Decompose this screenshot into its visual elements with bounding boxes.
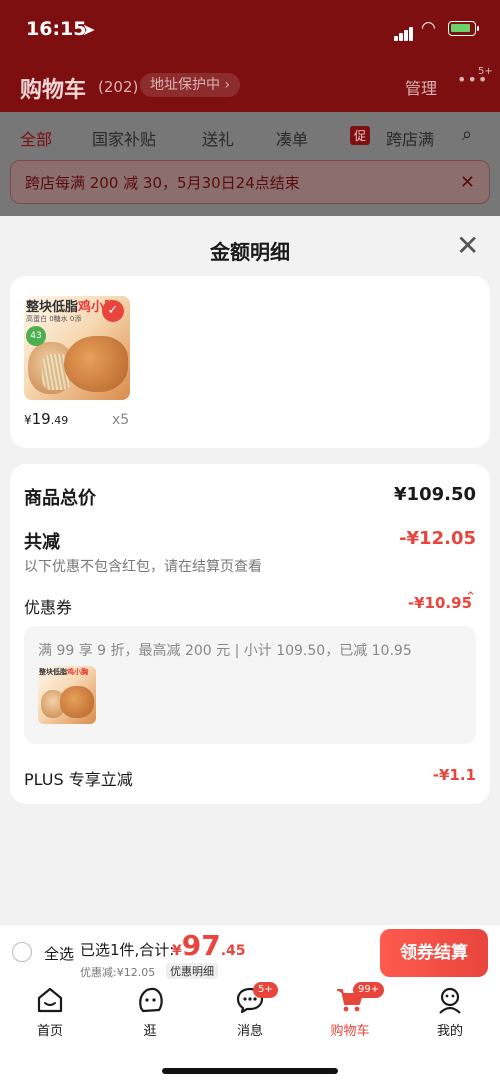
filter-tabs: 全部 国家补贴 送礼 凑单 促 跨店满 ⌕ 跨店每满 200 减 30，5月30…: [0, 112, 500, 216]
product-quantity: x5: [112, 412, 130, 428]
amount-detail-sheet: 金额明细 ✕ 整块低脂鸡小胸 高蛋白 0糖水 0添 43 ✓ ¥19.49 x5…: [0, 216, 500, 924]
wifi-icon: ◠: [421, 18, 436, 38]
coupon-detail-box: 满 99 享 9 折，最高减 200 元 | 小计 109.50，已减 10.9…: [24, 626, 476, 744]
image-badge: 43: [26, 326, 46, 346]
total-price: ¥97.45: [172, 929, 246, 962]
tab-home[interactable]: 首页: [14, 986, 86, 1039]
battery-icon: [448, 21, 479, 36]
food-image-part: [64, 336, 128, 392]
discount-line: 优惠减:¥12.05: [80, 966, 156, 979]
close-icon[interactable]: ✕: [456, 232, 479, 260]
tab-cross-store[interactable]: 跨店满: [386, 126, 434, 150]
bottom-tab-bar: 首页 逛 5+ 消息 99+ 购物车 我的: [0, 980, 500, 1082]
tab-label: 购物车: [330, 1024, 370, 1039]
checkout-bar: 全选 已选1件,合计: ¥97.45 优惠减:¥12.05 优惠明细 领券结算: [0, 924, 500, 980]
location-arrow-icon: ➤: [82, 20, 96, 39]
plus-label: PLUS 专享立减: [24, 770, 133, 789]
chevron-up-icon[interactable]: ⌃: [465, 590, 476, 605]
select-all-radio[interactable]: [12, 942, 32, 962]
select-all-label[interactable]: 全选: [44, 943, 74, 964]
coupon-label: 优惠券: [24, 598, 73, 617]
message-badge: 5+: [253, 982, 278, 998]
more-badge: 5+: [478, 66, 493, 77]
tab-label: 消息: [236, 1024, 263, 1039]
food-image-part: [60, 686, 94, 718]
summary-card: 商品总价 ¥109.50 共减 -¥12.05 以下优惠不包含红包，请在结算页查…: [10, 464, 490, 804]
tab-browse[interactable]: 逛: [114, 986, 186, 1039]
thumbnail-title: 整块低脂鸡小胸: [39, 668, 88, 676]
promo-banner: 跨店每满 200 减 30，5月30日24点结束 ✕: [10, 160, 490, 204]
selected-info: 已选1件,合计:: [80, 941, 175, 959]
cart-count: (202): [98, 78, 139, 96]
tab-label: 首页: [36, 1024, 63, 1039]
tab-label: 我的: [436, 1024, 463, 1039]
tab-all[interactable]: 全部: [20, 126, 52, 150]
product-image-subtitle: 高蛋白 0糖水 0添: [26, 315, 82, 323]
goods-total-label: 商品总价: [24, 488, 96, 509]
product-price: ¥19.49: [24, 410, 69, 428]
address-protect-pill[interactable]: 地址保护中 ›: [140, 73, 241, 97]
reduce-value: -¥12.05: [399, 528, 476, 549]
product-card: 整块低脂鸡小胸 高蛋白 0糖水 0添 43 ✓ ¥19.49 x5: [10, 276, 490, 448]
profile-icon: [435, 986, 465, 1014]
cart-icon: 99+: [335, 982, 385, 1014]
coupon-product-thumbnail: 整块低脂鸡小胸: [38, 666, 96, 724]
status-bar: 16:15 ➤ ◠: [0, 0, 500, 58]
tab-cart[interactable]: 99+ 购物车: [314, 982, 386, 1039]
tab-label: 逛: [143, 1024, 157, 1039]
goods-total-value: ¥109.50: [394, 484, 476, 505]
plus-value: -¥1.1: [432, 766, 476, 784]
signal-icon: [394, 22, 414, 41]
tab-gift[interactable]: 送礼: [202, 126, 234, 150]
tab-messages[interactable]: 5+ 消息: [214, 982, 286, 1039]
message-icon: 5+: [235, 982, 278, 1014]
browse-face-icon: [135, 986, 165, 1014]
tab-profile[interactable]: 我的: [414, 986, 486, 1039]
reduce-label: 共减: [24, 532, 60, 553]
cart-header: 购物车 (202) 地址保护中 › 管理 ••• 5+: [0, 62, 500, 108]
cart-badge: 99+: [353, 982, 385, 998]
discount-detail-link[interactable]: 优惠明细: [166, 963, 218, 979]
promo-banner-text: 跨店每满 200 减 30，5月30日24点结束: [25, 174, 300, 192]
discount-note: 以下优惠不包含红包，请在结算页查看: [24, 559, 262, 575]
check-icon[interactable]: ✓: [102, 300, 124, 322]
tab-top-up[interactable]: 凑单: [276, 126, 308, 150]
coupon-value[interactable]: -¥10.95: [408, 594, 472, 612]
status-time: 16:15: [26, 18, 87, 40]
search-icon[interactable]: ⌕: [462, 124, 472, 145]
coupon-desc: 满 99 享 9 折，最高减 200 元 | 小计 109.50，已减 10.9…: [38, 643, 412, 659]
checkout-button[interactable]: 领券结算: [380, 929, 488, 977]
manage-button[interactable]: 管理: [405, 75, 437, 99]
promo-tag: 促: [350, 126, 371, 145]
close-icon[interactable]: ✕: [460, 161, 475, 205]
sheet-title: 金额明细: [210, 240, 290, 264]
home-icon: [35, 986, 65, 1014]
cart-title: 购物车: [20, 78, 87, 103]
tab-national-subsidy[interactable]: 国家补贴: [92, 126, 156, 150]
home-indicator: [162, 1068, 338, 1074]
